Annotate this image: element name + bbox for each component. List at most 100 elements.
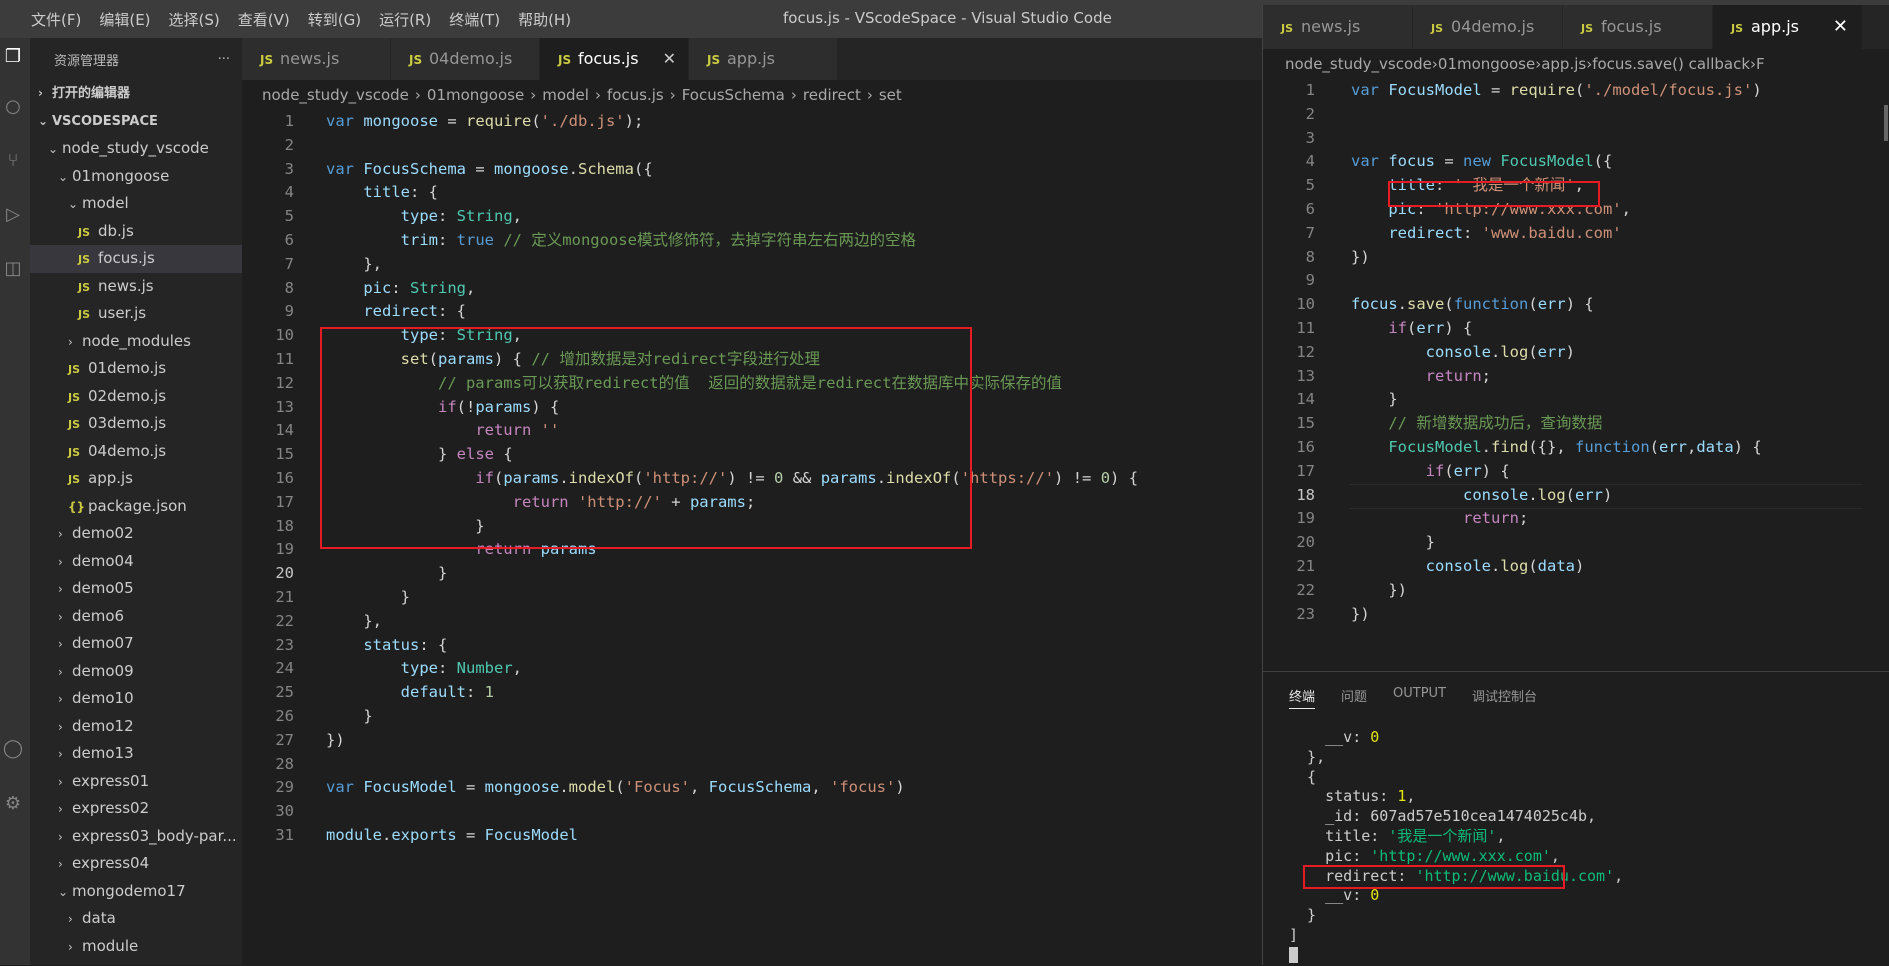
breadcrumb-right: node_study_vscode›01mongoose›app.js›focu… xyxy=(1263,49,1765,79)
tree-item[interactable]: › demo07 xyxy=(30,630,242,658)
breadcrumb-item[interactable]: F xyxy=(1756,55,1765,73)
menu-item[interactable]: 帮助(H) xyxy=(509,9,580,30)
terminal-token: } xyxy=(1289,906,1317,925)
tab-focus-js[interactable]: JS focus.js ✕ xyxy=(540,38,689,80)
settings-gear-icon[interactable]: ⚙ xyxy=(2,793,24,815)
tree-item[interactable]: JS user.js xyxy=(30,300,242,328)
code-token: type xyxy=(400,207,438,226)
code-token: } xyxy=(1351,533,1435,552)
tree-item[interactable]: ⌄ node_study_vscode xyxy=(30,135,242,163)
explorer-icon[interactable]: ❐ xyxy=(2,46,24,68)
tree-item[interactable]: › express02 xyxy=(30,795,242,823)
tab-news-js[interactable]: JS news.js xyxy=(1263,5,1413,49)
code-text: redirect: { xyxy=(326,300,466,324)
tab-news-js[interactable]: JS news.js xyxy=(242,38,391,80)
menu-item[interactable]: 文件(F) xyxy=(22,9,90,30)
terminal-line: }, xyxy=(1289,748,1623,768)
tree-item[interactable]: ⌄ mongodemo17 xyxy=(30,878,242,906)
panel-tab[interactable]: 终端 xyxy=(1289,686,1316,709)
tree-item[interactable]: › express04 xyxy=(30,850,242,878)
breadcrumb-item[interactable]: app.js xyxy=(1541,55,1586,73)
tab-app-js[interactable]: JS app.js xyxy=(689,38,838,80)
menu-item[interactable]: 查看(V) xyxy=(229,9,299,30)
tab-04demo-js[interactable]: JS 04demo.js xyxy=(391,38,540,80)
chevron-down-icon: ⌄ xyxy=(38,113,49,128)
tree-item[interactable]: JS 02demo.js xyxy=(30,383,242,411)
menu-item[interactable]: 运行(R) xyxy=(370,9,440,30)
code-text: type: Number, xyxy=(326,657,522,681)
close-icon[interactable]: ✕ xyxy=(1833,5,1848,49)
tree-item[interactable]: › demo04 xyxy=(30,548,242,576)
breadcrumb-item[interactable]: 01mongoose xyxy=(1438,55,1535,73)
code-token: 0 xyxy=(1100,468,1111,487)
menu-item[interactable]: 编辑(E) xyxy=(90,9,159,30)
breadcrumb-item[interactable]: model xyxy=(542,86,589,104)
tree-item[interactable]: ⌄ 01mongoose xyxy=(30,163,242,191)
extensions-icon[interactable]: ◫ xyxy=(2,258,24,280)
tree-item-label: demo6 xyxy=(72,606,125,625)
search-icon[interactable]: ○ xyxy=(2,96,24,118)
tab-app-js[interactable]: JS app.js ✕ xyxy=(1713,5,1863,49)
breadcrumb-item[interactable]: focus.js xyxy=(607,86,664,104)
breadcrumb-item[interactable]: 01mongoose xyxy=(427,86,524,104)
run-debug-icon[interactable]: ▷ xyxy=(2,204,24,226)
account-icon[interactable]: ◯ xyxy=(2,738,24,760)
breadcrumb-item[interactable]: redirect xyxy=(803,86,861,104)
tree-item[interactable]: › module xyxy=(30,933,242,961)
tree-item[interactable]: JS 03demo.js xyxy=(30,410,242,438)
tree-item[interactable]: ⌄ model xyxy=(30,190,242,218)
code-token: . xyxy=(1490,556,1501,575)
tree-item[interactable]: › demo12 xyxy=(30,713,242,741)
terminal-output[interactable]: __v: 0 }, { status: 1, _id: 607ad57e510c… xyxy=(1289,728,1623,966)
panel-tab[interactable]: OUTPUT xyxy=(1393,686,1446,709)
tree-item[interactable]: JS news.js xyxy=(30,273,242,301)
tab-focus-js[interactable]: JS focus.js xyxy=(1563,5,1713,49)
close-icon[interactable]: ✕ xyxy=(663,38,676,80)
breadcrumb-item[interactable]: node_study_vscode xyxy=(262,86,409,104)
menu-item[interactable]: 转到(G) xyxy=(299,9,370,30)
workspace-section[interactable]: ⌄ VSCODESPACE xyxy=(30,108,242,136)
tree-item[interactable]: › demo02 xyxy=(30,520,242,548)
tab-04demo-js[interactable]: JS 04demo.js xyxy=(1413,5,1563,49)
tree-item[interactable]: JS app.js xyxy=(30,465,242,493)
breadcrumb-item[interactable]: node_study_vscode xyxy=(1285,55,1432,73)
tree-item[interactable]: {} package.json xyxy=(30,493,242,521)
tree-item[interactable]: JS 04demo.js xyxy=(30,438,242,466)
breadcrumb-item[interactable]: FocusSchema xyxy=(682,86,785,104)
menu-item[interactable]: 终端(T) xyxy=(440,9,509,30)
tree-item[interactable]: JS focus.js xyxy=(30,245,242,273)
tree-item[interactable]: › data xyxy=(30,905,242,933)
tree-item[interactable]: › demo05 xyxy=(30,575,242,603)
source-control-icon[interactable]: ⑂ xyxy=(2,150,24,172)
tree-item-label: node_modules xyxy=(82,331,191,350)
code-editor-right[interactable]: 1 var FocusModel = require('./model/focus… xyxy=(1263,79,1863,626)
panel-tab[interactable]: 调试控制台 xyxy=(1472,686,1537,709)
tree-item[interactable]: › express01 xyxy=(30,768,242,796)
open-editors-section[interactable]: › 打开的编辑器 xyxy=(30,80,242,108)
tree-item[interactable]: › demo6 xyxy=(30,603,242,631)
chevron-down-icon: ⌄ xyxy=(48,142,59,156)
terminal-token: _id: 607ad57e510cea1474025c4b, xyxy=(1289,807,1597,826)
tree-item[interactable]: › express03_body-par... xyxy=(30,823,242,851)
tree-item[interactable]: JS 01demo.js xyxy=(30,355,242,383)
more-actions-icon[interactable]: ··· xyxy=(218,52,230,67)
tree-item[interactable]: › demo13 xyxy=(30,740,242,768)
panel-tab[interactable]: 问题 xyxy=(1341,686,1367,709)
menu-item[interactable]: 选择(S) xyxy=(160,9,229,30)
code-token: title xyxy=(363,183,410,202)
line-number: 1 xyxy=(1305,81,1315,99)
breadcrumb-item[interactable]: focus.save() callback xyxy=(1592,55,1750,73)
tree-item[interactable]: › demo10 xyxy=(30,685,242,713)
editor-scrollbar[interactable] xyxy=(1876,95,1889,375)
chevron-down-icon: ⌄ xyxy=(68,197,79,211)
tree-item[interactable]: › node_modules xyxy=(30,328,242,356)
code-line: 20 } xyxy=(1263,531,1863,555)
breadcrumb-item[interactable]: set xyxy=(879,86,902,104)
code-token: ( xyxy=(531,112,541,130)
scrollbar-thumb[interactable] xyxy=(1884,105,1888,141)
tree-item[interactable]: JS db.js xyxy=(30,218,242,246)
code-line: 27}) xyxy=(242,729,1262,753)
tree-item[interactable]: › demo09 xyxy=(30,658,242,686)
